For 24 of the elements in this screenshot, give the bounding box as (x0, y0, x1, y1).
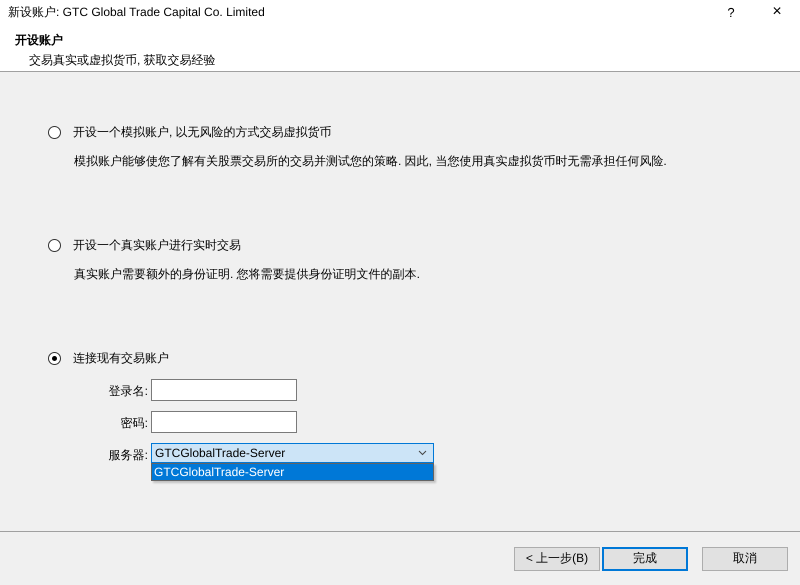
help-button[interactable]: ? (708, 0, 754, 24)
page-title: 开设账户 (15, 32, 64, 49)
input-field[interactable] (151, 379, 297, 401)
close-button[interactable]: × (754, 0, 800, 24)
server-dropdown[interactable]: GTCGlobalTrade-Server (151, 443, 434, 463)
dialog-button[interactable]: < 上一步(B) (514, 546, 600, 570)
chevron-down-icon (418, 450, 427, 456)
input-field[interactable] (151, 411, 297, 433)
option-description: 真实账户需要额外的身份证明. 您将需要提供身份证明文件的副本. (74, 266, 422, 283)
field-label: 登录名: (108, 383, 148, 400)
page-subtitle: 交易真实或虚拟货币, 获取交易经验 (28, 52, 217, 69)
option-description: 模拟账户能够使您了解有关股票交易所的交易并测试您的策略. 因此, 当您使用真实虚拟货币时无需承担任何风险. (74, 153, 668, 170)
radio-button[interactable] (48, 126, 61, 139)
option-label[interactable]: 开设一个模拟账户, 以无风险的方式交易虚拟货币 (73, 124, 332, 141)
field-label: 密码: (120, 415, 148, 432)
dialog-button[interactable]: 取消 (702, 546, 788, 570)
dialog-button[interactable]: 完成 (602, 546, 688, 570)
radio-button[interactable] (48, 239, 61, 252)
dropdown-item[interactable]: GTCGlobalTrade-Server (152, 464, 433, 480)
option-label[interactable]: 连接现有交易账户 (73, 350, 169, 367)
field-label: 服务器: (108, 447, 148, 464)
radio-button[interactable] (48, 352, 61, 365)
window-title: 新设账户: GTC Global Trade Capital Co. Limited (8, 4, 266, 20)
option-label[interactable]: 开设一个真实账户进行实时交易 (73, 237, 241, 254)
